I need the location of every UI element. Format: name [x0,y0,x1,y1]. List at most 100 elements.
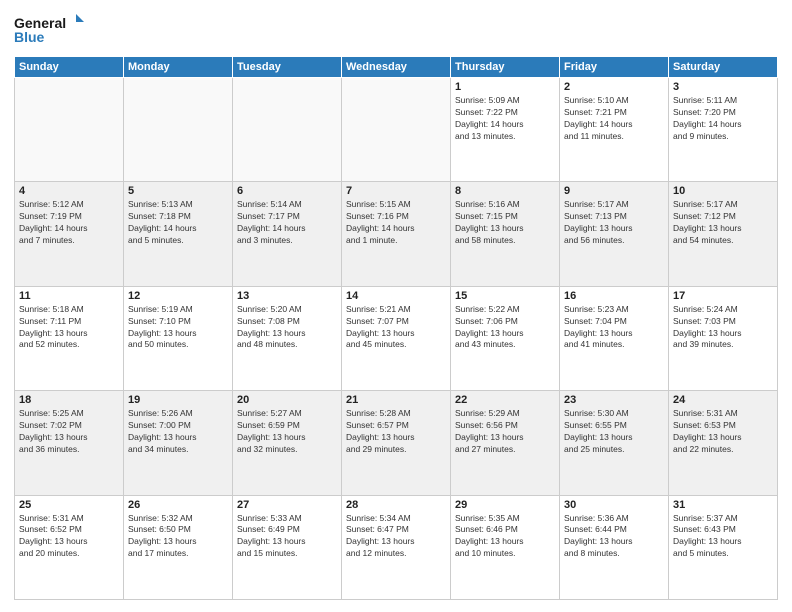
calendar-cell: 27 Sunrise: 5:33 AM Sunset: 6:49 PM Dayli… [233,495,342,599]
weekday-header-monday: Monday [124,57,233,78]
page: General Blue SundayMondayTuesdayWednesda… [0,0,792,612]
logo: General Blue [14,12,84,48]
day-number: 26 [128,499,228,511]
logo-svg: General Blue [14,12,84,48]
day-info: Sunrise: 5:16 AM Sunset: 7:15 PM Dayligh… [455,199,555,247]
calendar-cell [124,78,233,182]
calendar-cell: 23 Sunrise: 5:30 AM Sunset: 6:55 PM Dayli… [560,391,669,495]
day-info: Sunrise: 5:20 AM Sunset: 7:08 PM Dayligh… [237,304,337,352]
weekday-header-sunday: Sunday [15,57,124,78]
day-info: Sunrise: 5:30 AM Sunset: 6:55 PM Dayligh… [564,408,664,456]
calendar-row-3: 18Sunrise: 5:25 AM Sunset: 7:02 PM Dayli… [15,391,778,495]
day-number: 19 [128,394,228,406]
calendar-cell: 21 Sunrise: 5:28 AM Sunset: 6:57 PM Dayli… [342,391,451,495]
calendar-cell: 20 Sunrise: 5:27 AM Sunset: 6:59 PM Dayli… [233,391,342,495]
day-info: Sunrise: 5:17 AM Sunset: 7:13 PM Dayligh… [564,199,664,247]
day-number: 4 [19,185,119,197]
day-number: 12 [128,290,228,302]
day-number: 25 [19,499,119,511]
calendar-cell: 2 Sunrise: 5:10 AM Sunset: 7:21 PM Daylig… [560,78,669,182]
day-info: Sunrise: 5:13 AM Sunset: 7:18 PM Dayligh… [128,199,228,247]
day-info: Sunrise: 5:15 AM Sunset: 7:16 PM Dayligh… [346,199,446,247]
day-number: 1 [455,81,555,93]
day-info: Sunrise: 5:27 AM Sunset: 6:59 PM Dayligh… [237,408,337,456]
calendar-cell: 8 Sunrise: 5:16 AM Sunset: 7:15 PM Daylig… [451,182,560,286]
day-info: Sunrise: 5:17 AM Sunset: 7:12 PM Dayligh… [673,199,773,247]
day-number: 17 [673,290,773,302]
day-number: 21 [346,394,446,406]
calendar-cell: 30 Sunrise: 5:36 AM Sunset: 6:44 PM Dayli… [560,495,669,599]
day-number: 5 [128,185,228,197]
day-number: 22 [455,394,555,406]
day-number: 2 [564,81,664,93]
day-number: 13 [237,290,337,302]
day-info: Sunrise: 5:32 AM Sunset: 6:50 PM Dayligh… [128,513,228,561]
calendar-cell: 12 Sunrise: 5:19 AM Sunset: 7:10 PM Dayli… [124,286,233,390]
calendar-cell: 9 Sunrise: 5:17 AM Sunset: 7:13 PM Daylig… [560,182,669,286]
day-info: Sunrise: 5:19 AM Sunset: 7:10 PM Dayligh… [128,304,228,352]
day-number: 23 [564,394,664,406]
day-info: Sunrise: 5:26 AM Sunset: 7:00 PM Dayligh… [128,408,228,456]
day-info: Sunrise: 5:34 AM Sunset: 6:47 PM Dayligh… [346,513,446,561]
calendar-cell: 25 Sunrise: 5:31 AM Sunset: 6:52 PM Dayli… [15,495,124,599]
day-info: Sunrise: 5:22 AM Sunset: 7:06 PM Dayligh… [455,304,555,352]
calendar-cell: 5 Sunrise: 5:13 AM Sunset: 7:18 PM Daylig… [124,182,233,286]
day-info: Sunrise: 5:09 AM Sunset: 7:22 PM Dayligh… [455,95,555,143]
day-info: Sunrise: 5:14 AM Sunset: 7:17 PM Dayligh… [237,199,337,247]
calendar-cell: 13 Sunrise: 5:20 AM Sunset: 7:08 PM Dayli… [233,286,342,390]
day-info: Sunrise: 5:24 AM Sunset: 7:03 PM Dayligh… [673,304,773,352]
day-number: 7 [346,185,446,197]
day-info: Sunrise: 5:12 AM Sunset: 7:19 PM Dayligh… [19,199,119,247]
day-number: 29 [455,499,555,511]
day-number: 27 [237,499,337,511]
calendar-row-0: 1 Sunrise: 5:09 AM Sunset: 7:22 PM Daylig… [15,78,778,182]
calendar-cell: 22Sunrise: 5:29 AM Sunset: 6:56 PM Dayli… [451,391,560,495]
calendar-cell: 24Sunrise: 5:31 AM Sunset: 6:53 PM Dayli… [669,391,778,495]
weekday-header-wednesday: Wednesday [342,57,451,78]
calendar-cell: 7 Sunrise: 5:15 AM Sunset: 7:16 PM Daylig… [342,182,451,286]
day-info: Sunrise: 5:31 AM Sunset: 6:52 PM Dayligh… [19,513,119,561]
day-number: 3 [673,81,773,93]
day-info: Sunrise: 5:28 AM Sunset: 6:57 PM Dayligh… [346,408,446,456]
day-number: 30 [564,499,664,511]
calendar-cell: 29 Sunrise: 5:35 AM Sunset: 6:46 PM Dayli… [451,495,560,599]
day-number: 10 [673,185,773,197]
calendar-cell: 16 Sunrise: 5:23 AM Sunset: 7:04 PM Dayli… [560,286,669,390]
day-info: Sunrise: 5:33 AM Sunset: 6:49 PM Dayligh… [237,513,337,561]
day-number: 15 [455,290,555,302]
weekday-header-saturday: Saturday [669,57,778,78]
day-number: 9 [564,185,664,197]
day-number: 8 [455,185,555,197]
day-info: Sunrise: 5:36 AM Sunset: 6:44 PM Dayligh… [564,513,664,561]
day-number: 16 [564,290,664,302]
calendar-row-2: 11Sunrise: 5:18 AM Sunset: 7:11 PM Dayli… [15,286,778,390]
calendar-cell: 3 Sunrise: 5:11 AM Sunset: 7:20 PM Daylig… [669,78,778,182]
day-info: Sunrise: 5:25 AM Sunset: 7:02 PM Dayligh… [19,408,119,456]
calendar-cell: 1 Sunrise: 5:09 AM Sunset: 7:22 PM Daylig… [451,78,560,182]
calendar-cell: 11Sunrise: 5:18 AM Sunset: 7:11 PM Dayli… [15,286,124,390]
weekday-header-friday: Friday [560,57,669,78]
calendar-cell [233,78,342,182]
day-info: Sunrise: 5:21 AM Sunset: 7:07 PM Dayligh… [346,304,446,352]
day-number: 14 [346,290,446,302]
calendar-cell: 6 Sunrise: 5:14 AM Sunset: 7:17 PM Daylig… [233,182,342,286]
day-info: Sunrise: 5:10 AM Sunset: 7:21 PM Dayligh… [564,95,664,143]
day-number: 28 [346,499,446,511]
calendar-row-1: 4 Sunrise: 5:12 AM Sunset: 7:19 PM Daylig… [15,182,778,286]
day-info: Sunrise: 5:18 AM Sunset: 7:11 PM Dayligh… [19,304,119,352]
calendar-cell [15,78,124,182]
weekday-header-tuesday: Tuesday [233,57,342,78]
calendar-table: SundayMondayTuesdayWednesdayThursdayFrid… [14,56,778,600]
day-info: Sunrise: 5:11 AM Sunset: 7:20 PM Dayligh… [673,95,773,143]
weekday-header-row: SundayMondayTuesdayWednesdayThursdayFrid… [15,57,778,78]
day-number: 20 [237,394,337,406]
calendar-cell: 10 Sunrise: 5:17 AM Sunset: 7:12 PM Dayli… [669,182,778,286]
header: General Blue [14,12,778,48]
calendar-cell: 18Sunrise: 5:25 AM Sunset: 7:02 PM Dayli… [15,391,124,495]
day-info: Sunrise: 5:23 AM Sunset: 7:04 PM Dayligh… [564,304,664,352]
day-info: Sunrise: 5:35 AM Sunset: 6:46 PM Dayligh… [455,513,555,561]
calendar-cell: 19 Sunrise: 5:26 AM Sunset: 7:00 PM Dayli… [124,391,233,495]
day-number: 6 [237,185,337,197]
calendar-cell: 31Sunrise: 5:37 AM Sunset: 6:43 PM Dayli… [669,495,778,599]
day-number: 24 [673,394,773,406]
